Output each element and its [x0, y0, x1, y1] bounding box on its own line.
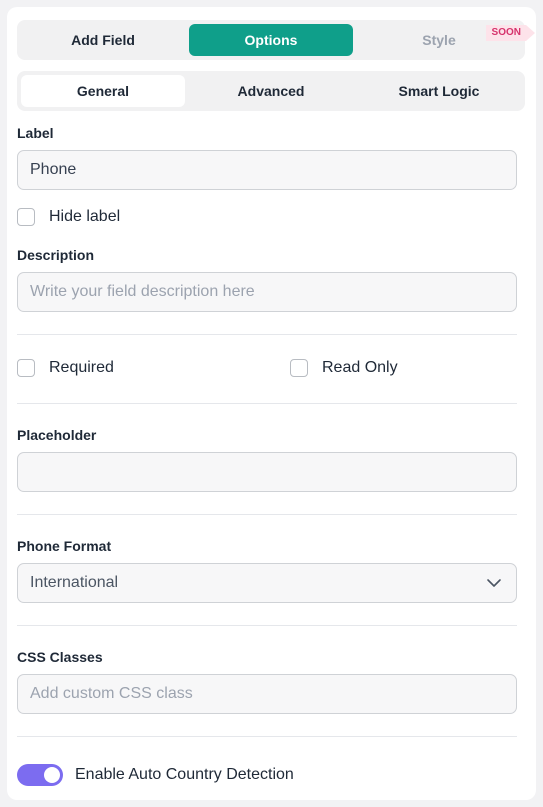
description-title: Description [17, 247, 95, 263]
main-tabs: Add Field Options Style SOON [17, 20, 525, 60]
placeholder-input[interactable] [17, 452, 517, 492]
read-only-label: Read Only [322, 359, 398, 376]
label-field-title: Label [17, 125, 54, 141]
divider [17, 334, 517, 335]
subtab-general[interactable]: General [21, 75, 185, 107]
chevron-down-icon [487, 579, 501, 587]
options-subtabs: General Advanced Smart Logic [17, 71, 525, 111]
hide-label-checkbox[interactable] [17, 208, 35, 226]
hide-label-text: Hide label [49, 208, 121, 225]
tab-options[interactable]: Options [189, 24, 353, 56]
field-options-panel: Add Field Options Style SOON General Adv… [7, 7, 536, 800]
divider [17, 736, 517, 737]
phone-format-title: Phone Format [17, 538, 112, 554]
auto-country-toggle[interactable] [17, 764, 63, 786]
phone-format-select[interactable]: International [17, 563, 517, 603]
css-classes-title: CSS Classes [17, 649, 103, 665]
required-label: Required [49, 359, 114, 376]
subtab-advanced[interactable]: Advanced [189, 75, 353, 107]
auto-country-label: Enable Auto Country Detection [75, 766, 294, 783]
divider [17, 625, 517, 626]
soon-badge: SOON [486, 25, 535, 41]
toggle-knob [44, 767, 60, 783]
tab-add-field[interactable]: Add Field [21, 24, 185, 56]
required-checkbox[interactable] [17, 359, 35, 377]
divider [17, 403, 517, 404]
divider [17, 514, 517, 515]
description-input[interactable] [17, 272, 517, 312]
css-classes-input[interactable] [17, 674, 517, 714]
read-only-checkbox[interactable] [290, 359, 308, 377]
placeholder-title: Placeholder [17, 427, 97, 443]
phone-format-value: International [30, 574, 119, 591]
subtab-smart-logic[interactable]: Smart Logic [357, 75, 521, 107]
label-input[interactable] [17, 150, 517, 190]
